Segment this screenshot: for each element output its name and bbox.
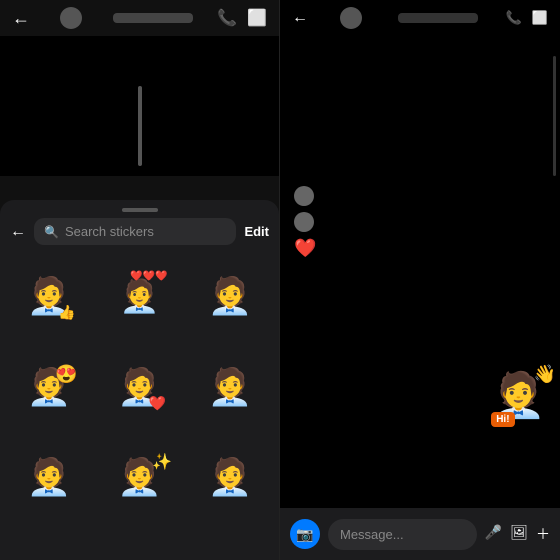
sticker-3[interactable]: 🧑‍💼: [187, 253, 273, 339]
phone-icon-right[interactable]: 📞: [506, 10, 522, 26]
chat-area-left: [0, 36, 279, 176]
video-icon-right[interactable]: ⬜: [532, 10, 548, 26]
sticker-1[interactable]: 🧑‍💼👍: [6, 253, 92, 339]
video-icon-left[interactable]: ⬜: [247, 8, 267, 28]
right-status-bar: ← 📞 ⬜: [280, 0, 560, 36]
sticker-2[interactable]: 🧑‍💼 ❤️❤️❤️: [96, 253, 182, 339]
sticker-9[interactable]: 🧑‍💼: [187, 434, 273, 520]
camera-button[interactable]: 📷: [290, 519, 320, 549]
action-icons-left: 📞 ⬜: [217, 8, 267, 28]
right-phone: ← 📞 ⬜ ❤️ 🧑‍💼 👋 Hi! 📷: [280, 0, 560, 560]
message-placeholder: Message...: [340, 527, 404, 542]
sticker-11[interactable]: 🧑‍💼: [96, 524, 182, 543]
phone-icon-left[interactable]: 📞: [217, 8, 237, 28]
sticker-12[interactable]: [187, 524, 273, 543]
left-status-bar: ← 📞 ⬜: [0, 0, 279, 36]
chat-area-right: ❤️ 🧑‍💼 👋 Hi!: [280, 36, 560, 486]
right-sticker-container: 🧑‍💼 👋 Hi!: [491, 369, 546, 421]
back-arrow-left[interactable]: ←: [12, 8, 30, 29]
contact-name-left: [113, 13, 193, 23]
sticker-4[interactable]: 🧑‍💼😍: [6, 343, 92, 429]
sticker-grid: 🧑‍💼👍 🧑‍💼 ❤️❤️❤️ 🧑‍💼 🧑‍💼😍 🧑‍💼❤️ 🧑‍💼: [0, 253, 279, 543]
sticker-6[interactable]: 🧑‍💼: [187, 343, 273, 429]
action-icons-right: 📞 ⬜: [506, 10, 548, 26]
contact-name-right: [398, 13, 478, 23]
scroll-track-right[interactable]: [553, 56, 556, 176]
sticker-10[interactable]: 🧑‍💼 Hi!: [6, 524, 92, 543]
sticker-7[interactable]: 🧑‍💼: [6, 434, 92, 520]
mic-icon[interactable]: 🎤: [485, 524, 502, 544]
sticker-search-input[interactable]: 🔍 Search stickers: [34, 218, 236, 245]
sticker-8[interactable]: 🧑‍💼 ✨: [96, 434, 182, 520]
search-placeholder: Search stickers: [65, 224, 154, 239]
avatar-right: [340, 7, 362, 29]
message-bar-right: 📷 Message... 🎤 🖼 ＋: [280, 508, 560, 560]
reaction-circle-2: [294, 212, 314, 232]
edit-button[interactable]: Edit: [244, 224, 269, 239]
left-phone: ← 📞 ⬜ ← 🔍 Search stickers Edit 🧑‍💼👍: [0, 0, 280, 560]
camera-icon: 📷: [296, 526, 313, 543]
hi-badge-right: Hi!: [491, 412, 514, 427]
plus-icon[interactable]: ＋: [536, 524, 550, 544]
drag-bar-left[interactable]: [138, 86, 142, 166]
sticker-tray: ← 🔍 Search stickers Edit 🧑‍💼👍 🧑‍💼 ❤️❤️❤️…: [0, 200, 279, 560]
sticker-search-bar: ← 🔍 Search stickers Edit: [0, 218, 279, 245]
right-sticker-emoji: 🧑‍💼 👋 Hi!: [491, 369, 546, 421]
avatar-left: [60, 7, 82, 29]
reaction-heart[interactable]: ❤️: [294, 238, 316, 259]
message-action-icons: 🎤 🖼 ＋: [485, 524, 550, 544]
sticker-5[interactable]: 🧑‍💼❤️: [96, 343, 182, 429]
sticker-back-arrow[interactable]: ←: [10, 223, 26, 241]
reaction-circle-1: [294, 186, 314, 206]
message-input[interactable]: Message...: [328, 519, 477, 550]
back-arrow-right[interactable]: ←: [292, 9, 308, 27]
search-icon: 🔍: [44, 225, 59, 239]
tray-handle[interactable]: [122, 208, 158, 212]
wave-overlay: 👋: [534, 364, 556, 385]
reaction-area: ❤️: [294, 186, 316, 259]
image-icon[interactable]: 🖼: [510, 524, 528, 544]
